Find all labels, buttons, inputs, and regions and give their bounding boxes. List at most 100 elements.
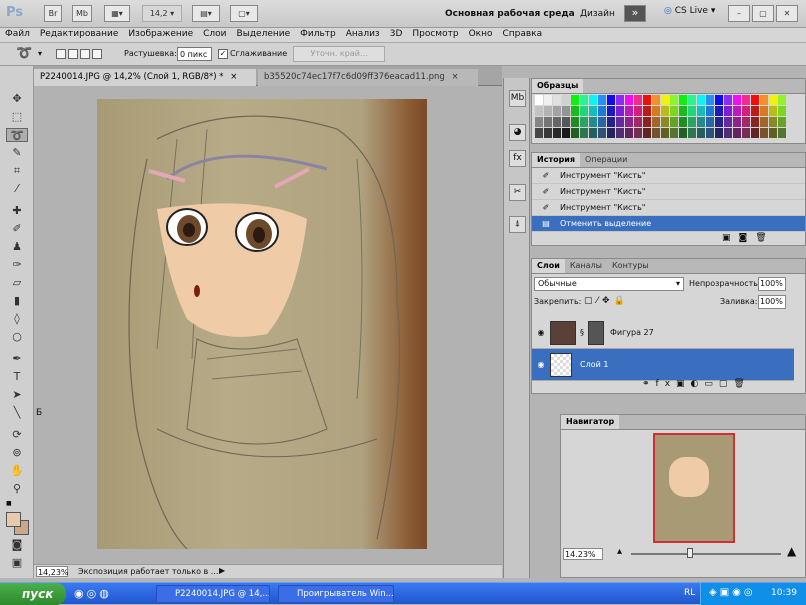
- tab-swatches[interactable]: Образцы: [532, 79, 584, 93]
- fill-input[interactable]: 100%: [758, 295, 786, 309]
- blur-tool-icon[interactable]: ◊: [6, 312, 28, 326]
- color-swatch[interactable]: [571, 106, 579, 116]
- color-swatch[interactable]: [724, 117, 732, 127]
- color-swatch[interactable]: [589, 95, 597, 105]
- language-indicator[interactable]: RL: [684, 588, 695, 598]
- tab-inactive-document[interactable]: b35520c74ec17f7c6d09ff376eacad11.png ×: [258, 69, 478, 86]
- color-swatch[interactable]: [589, 128, 597, 138]
- color-swatch[interactable]: [598, 128, 606, 138]
- close-button[interactable]: ✕: [776, 5, 798, 22]
- history-item[interactable]: ✐ Инструмент "Кисть": [532, 168, 805, 184]
- color-swatch[interactable]: [643, 106, 651, 116]
- pen-tool-icon[interactable]: ✒: [6, 352, 28, 366]
- color-panel-icon[interactable]: ◕: [509, 124, 526, 141]
- menu-window[interactable]: Окно: [464, 28, 498, 42]
- color-swatch[interactable]: [715, 128, 723, 138]
- start-button[interactable]: пуск: [0, 583, 66, 605]
- color-swatch[interactable]: [652, 128, 660, 138]
- mini-bridge-button[interactable]: Mb: [72, 5, 92, 22]
- color-swatch[interactable]: [715, 106, 723, 116]
- menu-select[interactable]: Выделение: [232, 28, 296, 42]
- menu-analysis[interactable]: Анализ: [341, 28, 385, 42]
- color-swatch[interactable]: [706, 128, 714, 138]
- eyedropper-tool-icon[interactable]: ⁄: [6, 182, 28, 196]
- color-swatch[interactable]: [733, 117, 741, 127]
- layer-row-selected[interactable]: ◉ Слой 1: [532, 349, 794, 381]
- blend-mode-select[interactable]: Обычные ▾: [534, 277, 684, 291]
- color-swatch[interactable]: [616, 128, 624, 138]
- color-swatch[interactable]: [553, 117, 561, 127]
- new-selection-icon[interactable]: [56, 49, 66, 59]
- type-tool-icon[interactable]: T: [6, 370, 28, 384]
- menu-3d[interactable]: 3D: [385, 28, 408, 42]
- color-swatch[interactable]: [535, 128, 543, 138]
- tab-actions[interactable]: Операции: [580, 153, 632, 167]
- color-swatch[interactable]: [688, 128, 696, 138]
- menu-view[interactable]: Просмотр: [407, 28, 463, 42]
- color-swatch[interactable]: [742, 95, 750, 105]
- color-swatch[interactable]: [706, 95, 714, 105]
- color-swatch[interactable]: [733, 95, 741, 105]
- lasso-tool-icon[interactable]: ➰: [6, 128, 28, 142]
- foreground-color-swatch[interactable]: [6, 512, 21, 527]
- color-swatch[interactable]: [562, 106, 570, 116]
- color-swatch[interactable]: [598, 95, 606, 105]
- color-swatch[interactable]: [679, 106, 687, 116]
- color-swatch[interactable]: [634, 117, 642, 127]
- color-swatch[interactable]: [652, 95, 660, 105]
- color-swatch[interactable]: [679, 128, 687, 138]
- color-swatch[interactable]: [751, 95, 759, 105]
- maximize-button[interactable]: ▢: [752, 5, 774, 22]
- color-swatch[interactable]: [544, 95, 552, 105]
- color-swatch[interactable]: [778, 117, 786, 127]
- workspace-essentials[interactable]: Основная рабочая среда: [445, 9, 575, 19]
- color-swatch[interactable]: [706, 117, 714, 127]
- close-tab-icon[interactable]: ×: [230, 72, 237, 82]
- color-swatch[interactable]: [661, 128, 669, 138]
- brushes-panel-icon[interactable]: ⍋: [509, 216, 526, 233]
- color-swatch[interactable]: [769, 106, 777, 116]
- clone-stamp-tool-icon[interactable]: ♟: [6, 240, 28, 254]
- color-swatch[interactable]: [589, 117, 597, 127]
- color-swatch[interactable]: [715, 95, 723, 105]
- color-swatch[interactable]: [544, 117, 552, 127]
- dodge-tool-icon[interactable]: ○: [6, 330, 28, 344]
- antialias-checkbox[interactable]: ✓: [218, 49, 228, 59]
- color-swatch[interactable]: [625, 117, 633, 127]
- tab-paths[interactable]: Контуры: [607, 259, 654, 273]
- color-swatch[interactable]: [706, 106, 714, 116]
- line-tool-icon[interactable]: ╲: [6, 406, 28, 420]
- minibridge-panel-icon[interactable]: Mb: [509, 90, 526, 107]
- color-swatch[interactable]: [670, 128, 678, 138]
- task-photoshop[interactable]: P2240014.JPG @ 14,...: [156, 585, 270, 603]
- zoom-level-dropdown[interactable]: 14,2 ▾: [142, 5, 182, 22]
- color-swatch[interactable]: [643, 95, 651, 105]
- cs-live-button[interactable]: ◎ CS Live ▾: [664, 6, 715, 16]
- 3d-rotate-tool-icon[interactable]: ⟳: [6, 428, 28, 442]
- color-swatch[interactable]: [670, 95, 678, 105]
- tab-channels[interactable]: Каналы: [565, 259, 607, 273]
- color-swatch[interactable]: [562, 117, 570, 127]
- color-swatch[interactable]: [661, 117, 669, 127]
- menu-help[interactable]: Справка: [497, 28, 547, 42]
- screen-mode-icon[interactable]: ▣: [6, 556, 28, 570]
- color-swatch[interactable]: [607, 106, 615, 116]
- history-brush-tool-icon[interactable]: ✑: [6, 258, 28, 272]
- color-swatch[interactable]: [742, 106, 750, 116]
- color-swatch[interactable]: [607, 128, 615, 138]
- refine-edge-button[interactable]: Уточн. край...: [293, 46, 385, 62]
- task-media-player[interactable]: Проигрыватель Win...: [278, 585, 394, 603]
- bridge-button[interactable]: Br: [44, 5, 62, 22]
- color-swatch[interactable]: [760, 117, 768, 127]
- layers-footer-icons[interactable]: ⚭fx▣◐▭▢🗑: [642, 379, 751, 389]
- color-swatch[interactable]: [616, 117, 624, 127]
- tools-preset-icon[interactable]: ✂: [509, 184, 526, 201]
- color-swatch[interactable]: [562, 128, 570, 138]
- color-swatch[interactable]: [634, 95, 642, 105]
- tab-active-document[interactable]: P2240014.JPG @ 14,2% (Слой 1, RGB/8*) * …: [34, 69, 256, 86]
- color-swatch[interactable]: [760, 106, 768, 116]
- add-to-selection-icon[interactable]: [68, 49, 78, 59]
- tab-history[interactable]: История: [532, 153, 581, 167]
- tool-preset-chevron-icon[interactable]: ▾: [38, 49, 42, 58]
- navigator-preview[interactable]: [653, 433, 735, 543]
